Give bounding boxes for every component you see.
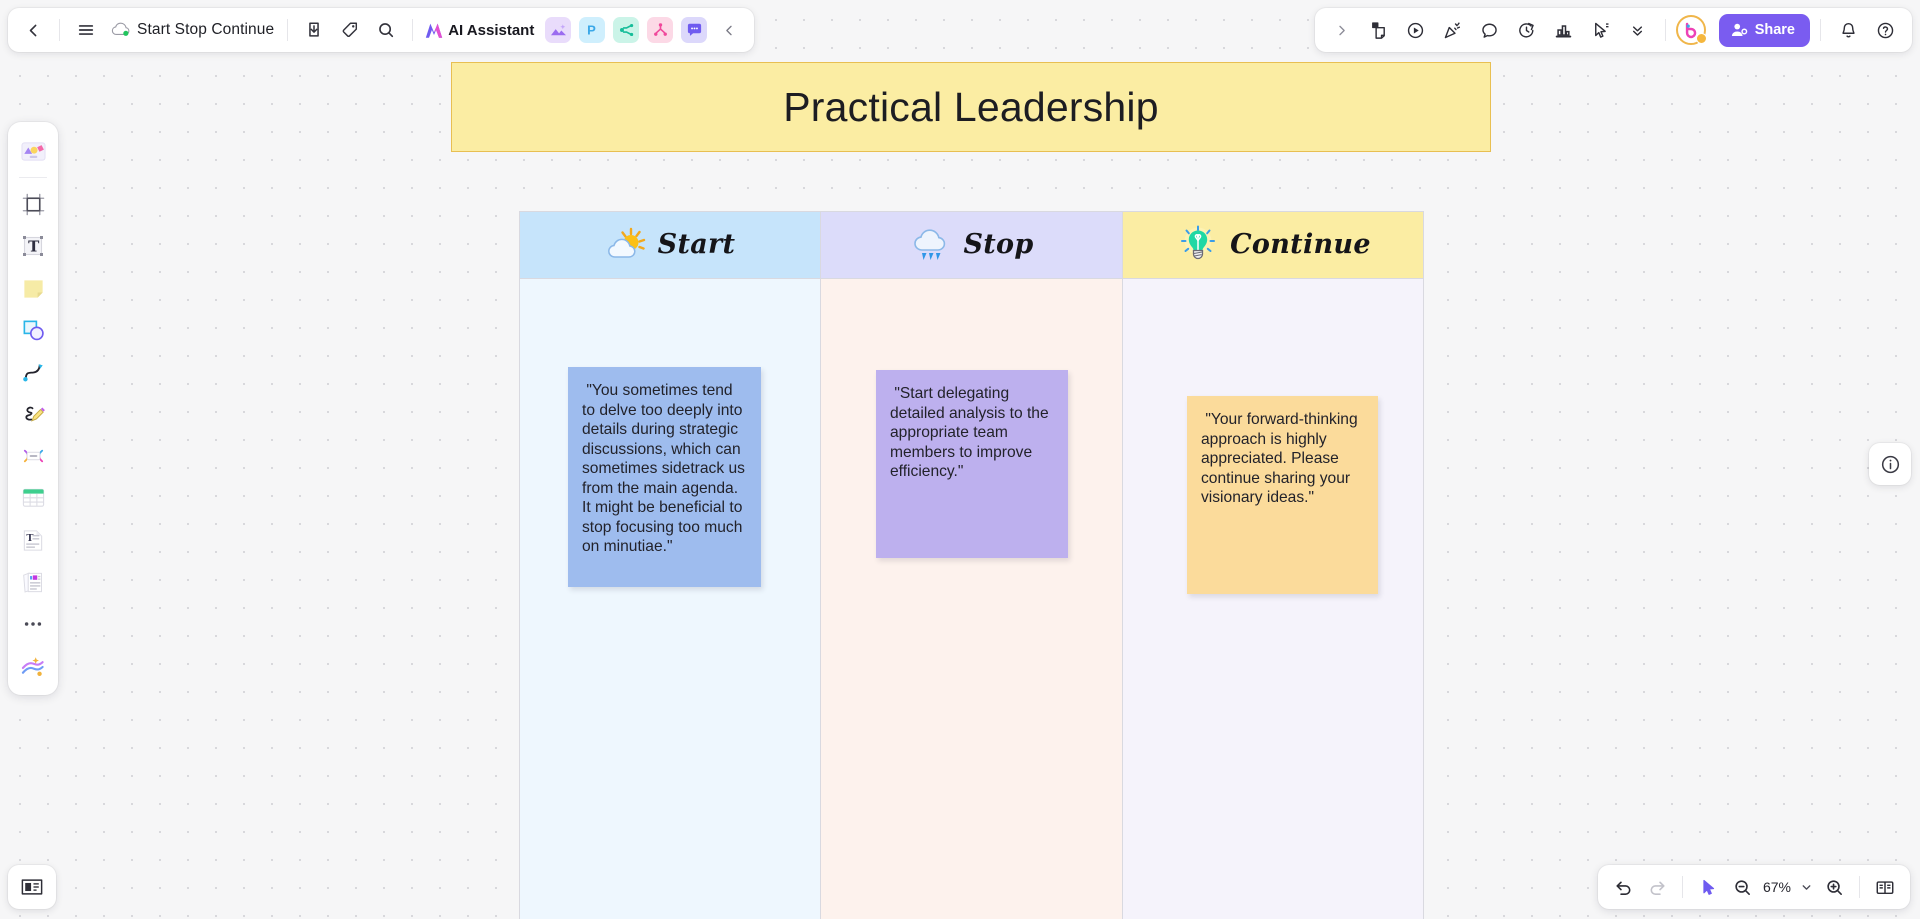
top-toolbar-left: Start Stop Continue AI Assistant P bbox=[8, 8, 755, 52]
divider bbox=[59, 19, 60, 41]
column-header-stop: Stop bbox=[821, 211, 1122, 279]
column-header-start: Start bbox=[519, 211, 820, 279]
page-title: Practical Leadership bbox=[783, 83, 1159, 130]
mindmap-icon[interactable] bbox=[613, 17, 640, 43]
flowchart-icon[interactable] bbox=[647, 17, 674, 43]
sticky-note-continue[interactable]: "Your forward-thinking approach is highl… bbox=[1187, 396, 1378, 594]
column-title-start: Start bbox=[657, 229, 736, 260]
sticky-note-icon[interactable] bbox=[13, 268, 53, 308]
board-content: Practical Leadership Start Stop Continue… bbox=[0, 0, 1920, 919]
sun-behind-cloud-icon bbox=[604, 225, 648, 265]
divider bbox=[1859, 876, 1860, 898]
board-title-banner[interactable]: Practical Leadership bbox=[451, 62, 1491, 152]
export-button[interactable] bbox=[297, 13, 331, 47]
table-icon[interactable] bbox=[13, 478, 53, 518]
connector-curve-icon[interactable] bbox=[13, 352, 53, 392]
document-title[interactable]: Start Stop Continue bbox=[135, 21, 278, 39]
divider bbox=[1820, 19, 1821, 41]
zoom-out-icon[interactable] bbox=[1726, 871, 1758, 903]
ai-image-icon[interactable] bbox=[545, 17, 572, 43]
search-icon[interactable] bbox=[369, 13, 403, 47]
left-tool-panel: T T bbox=[8, 122, 58, 695]
celebrate-confetti-icon[interactable] bbox=[1436, 13, 1470, 47]
divider bbox=[1682, 876, 1683, 898]
presentation-play-icon[interactable] bbox=[1399, 13, 1433, 47]
cloud-saved-icon bbox=[111, 22, 130, 38]
text-icon[interactable]: T bbox=[13, 226, 53, 266]
mindmap-node-icon[interactable] bbox=[13, 436, 53, 476]
pen-draw-icon[interactable] bbox=[13, 394, 53, 434]
ai-tools-icon[interactable] bbox=[13, 646, 53, 686]
divider bbox=[412, 19, 414, 41]
svg-text:T: T bbox=[28, 237, 40, 255]
expand-toolbar-button[interactable] bbox=[1325, 13, 1359, 47]
share-button[interactable]: Share bbox=[1718, 13, 1810, 47]
column-title-continue: Continue bbox=[1230, 229, 1371, 260]
divider bbox=[1664, 19, 1666, 41]
whiteboard-canvas[interactable]: Practical Leadership Start Stop Continue… bbox=[0, 0, 1920, 919]
comment-icon[interactable] bbox=[681, 17, 708, 43]
comment-bubble-icon[interactable] bbox=[1473, 13, 1507, 47]
collapse-toolbar-button[interactable] bbox=[712, 13, 746, 47]
help-circle-icon[interactable] bbox=[1868, 13, 1902, 47]
rain-cloud-icon bbox=[909, 225, 953, 265]
ai-assistant-button[interactable]: AI Assistant bbox=[422, 21, 540, 40]
avatar[interactable] bbox=[1675, 15, 1707, 45]
chevron-down-icon[interactable] bbox=[1796, 871, 1816, 903]
cursor-pointer-icon[interactable] bbox=[1584, 13, 1618, 47]
sticky-note-start[interactable]: "You sometimes tend to delve too deeply … bbox=[568, 367, 761, 587]
more-tools-button[interactable] bbox=[1621, 13, 1655, 47]
svg-text:P: P bbox=[587, 23, 596, 38]
shapes-icon[interactable] bbox=[13, 310, 53, 350]
top-toolbar-right: Share bbox=[1314, 8, 1912, 52]
main-menu-button[interactable] bbox=[69, 13, 103, 47]
undo-icon[interactable] bbox=[1607, 871, 1639, 903]
zoom-level[interactable]: 67% bbox=[1760, 879, 1794, 895]
presentation-frames-icon[interactable] bbox=[8, 865, 56, 909]
zoom-in-icon[interactable] bbox=[1818, 871, 1850, 903]
timer-icon[interactable] bbox=[1510, 13, 1544, 47]
column-header-continue: Continue bbox=[1123, 211, 1424, 279]
back-button[interactable] bbox=[16, 13, 50, 47]
redo-icon[interactable] bbox=[1641, 871, 1673, 903]
multi-document-icon[interactable] bbox=[13, 562, 53, 602]
select-cursor-icon[interactable] bbox=[1692, 871, 1724, 903]
presentation-icon[interactable]: P bbox=[579, 17, 606, 43]
sticky-template-icon[interactable] bbox=[1362, 13, 1396, 47]
share-label: Share bbox=[1754, 22, 1795, 38]
share-person-icon bbox=[1731, 22, 1748, 38]
ai-sparkle-logo-icon bbox=[424, 21, 444, 40]
column-title-stop: Stop bbox=[963, 229, 1034, 260]
lightbulb-icon bbox=[1176, 225, 1220, 265]
bottom-toolbar: 67% bbox=[1598, 865, 1910, 909]
column-stop[interactable]: Stop bbox=[820, 211, 1122, 919]
divider bbox=[287, 19, 289, 41]
frame-icon[interactable] bbox=[13, 184, 53, 224]
vote-chart-icon[interactable] bbox=[1547, 13, 1581, 47]
divider bbox=[19, 177, 47, 178]
text-document-icon[interactable]: T bbox=[13, 520, 53, 560]
sticky-note-stop[interactable]: "Start delegating detailed analysis to t… bbox=[876, 370, 1068, 558]
ai-assistant-label: AI Assistant bbox=[448, 21, 535, 39]
fit-to-screen-icon[interactable] bbox=[1869, 871, 1901, 903]
bell-icon[interactable] bbox=[1831, 13, 1865, 47]
tag-icon[interactable] bbox=[333, 13, 367, 47]
more-tools-icon[interactable] bbox=[13, 604, 53, 644]
templates-icon[interactable] bbox=[13, 131, 53, 171]
column-body-continue[interactable] bbox=[1123, 279, 1424, 919]
info-circle-icon[interactable] bbox=[1869, 443, 1911, 485]
